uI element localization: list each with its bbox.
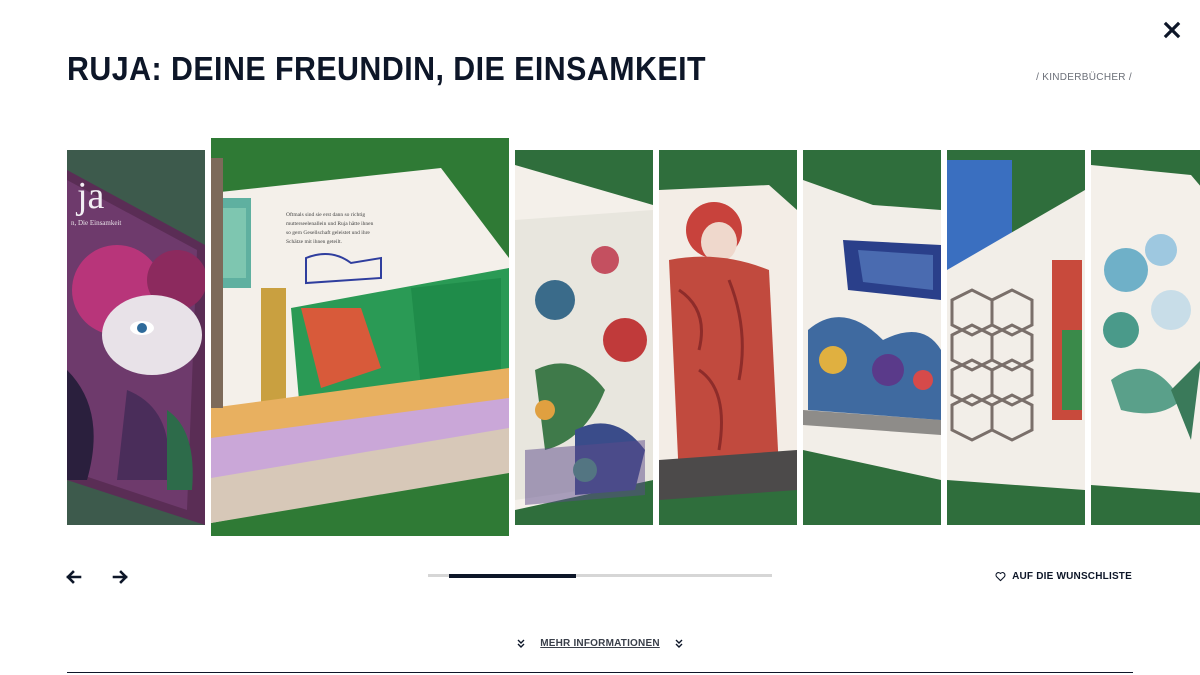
heart-icon [995, 572, 1006, 582]
cover-text: ja [75, 175, 105, 217]
gallery-slide[interactable] [803, 150, 941, 525]
book-spread-image [1091, 150, 1200, 525]
book-spread-image [947, 150, 1085, 525]
gallery-slide[interactable] [515, 150, 653, 525]
page-text-line-3: so gern Gesellschaft geleistet und ihre [286, 229, 370, 236]
close-icon[interactable] [1160, 18, 1184, 42]
book-spread-image [803, 150, 941, 525]
book-spread-image [515, 150, 653, 525]
gallery-progress-track[interactable] [428, 573, 772, 578]
image-gallery[interactable]: ja n, Die Einsamkeit Oftmals sind sie er… [0, 135, 1200, 540]
page-text-line-2: mutterseelenallein und Ruja hätte ihnen [286, 221, 374, 227]
gallery-slide[interactable] [659, 150, 797, 525]
cover-subtext: n, Die Einsamkeit [71, 219, 121, 227]
arrow-left-icon[interactable] [64, 567, 84, 587]
book-spread-image [659, 150, 797, 525]
book-cover-image: ja n, Die Einsamkeit [67, 150, 205, 525]
gallery-slide[interactable] [1091, 150, 1200, 525]
divider [67, 672, 1133, 673]
gallery-progress-fill [448, 573, 576, 578]
category-link[interactable]: / KINDERBÜCHER / [1036, 72, 1132, 83]
gallery-slide[interactable] [947, 150, 1085, 525]
page-title: RUJA: DEINE FREUNDIN, DIE EINSAMKEIT [67, 50, 706, 87]
arrow-right-icon[interactable] [110, 567, 130, 587]
gallery-slide-cover[interactable]: ja n, Die Einsamkeit [67, 150, 205, 525]
page-text-line-1: Oftmals sind sie erst dann so richtig [286, 211, 365, 218]
wishlist-button[interactable]: AUF DIE WUNSCHLISTE [995, 571, 1132, 582]
double-chevron-down-icon [675, 639, 683, 648]
book-spread-image: Oftmals sind sie erst dann so richtig mu… [211, 138, 509, 536]
more-info-toggle[interactable]: MEHR INFORMATIONEN [0, 638, 1200, 649]
breadcrumb[interactable]: / KINDERBÜCHER / [1036, 72, 1132, 83]
more-info-link[interactable]: MEHR INFORMATIONEN [540, 638, 660, 649]
double-chevron-down-icon [517, 639, 525, 648]
wishlist-label: AUF DIE WUNSCHLISTE [1012, 571, 1132, 582]
gallery-slide-active[interactable]: Oftmals sind sie erst dann so richtig mu… [211, 138, 509, 536]
page-text-line-4: Schätze mit ihnen geteilt. [286, 239, 343, 245]
